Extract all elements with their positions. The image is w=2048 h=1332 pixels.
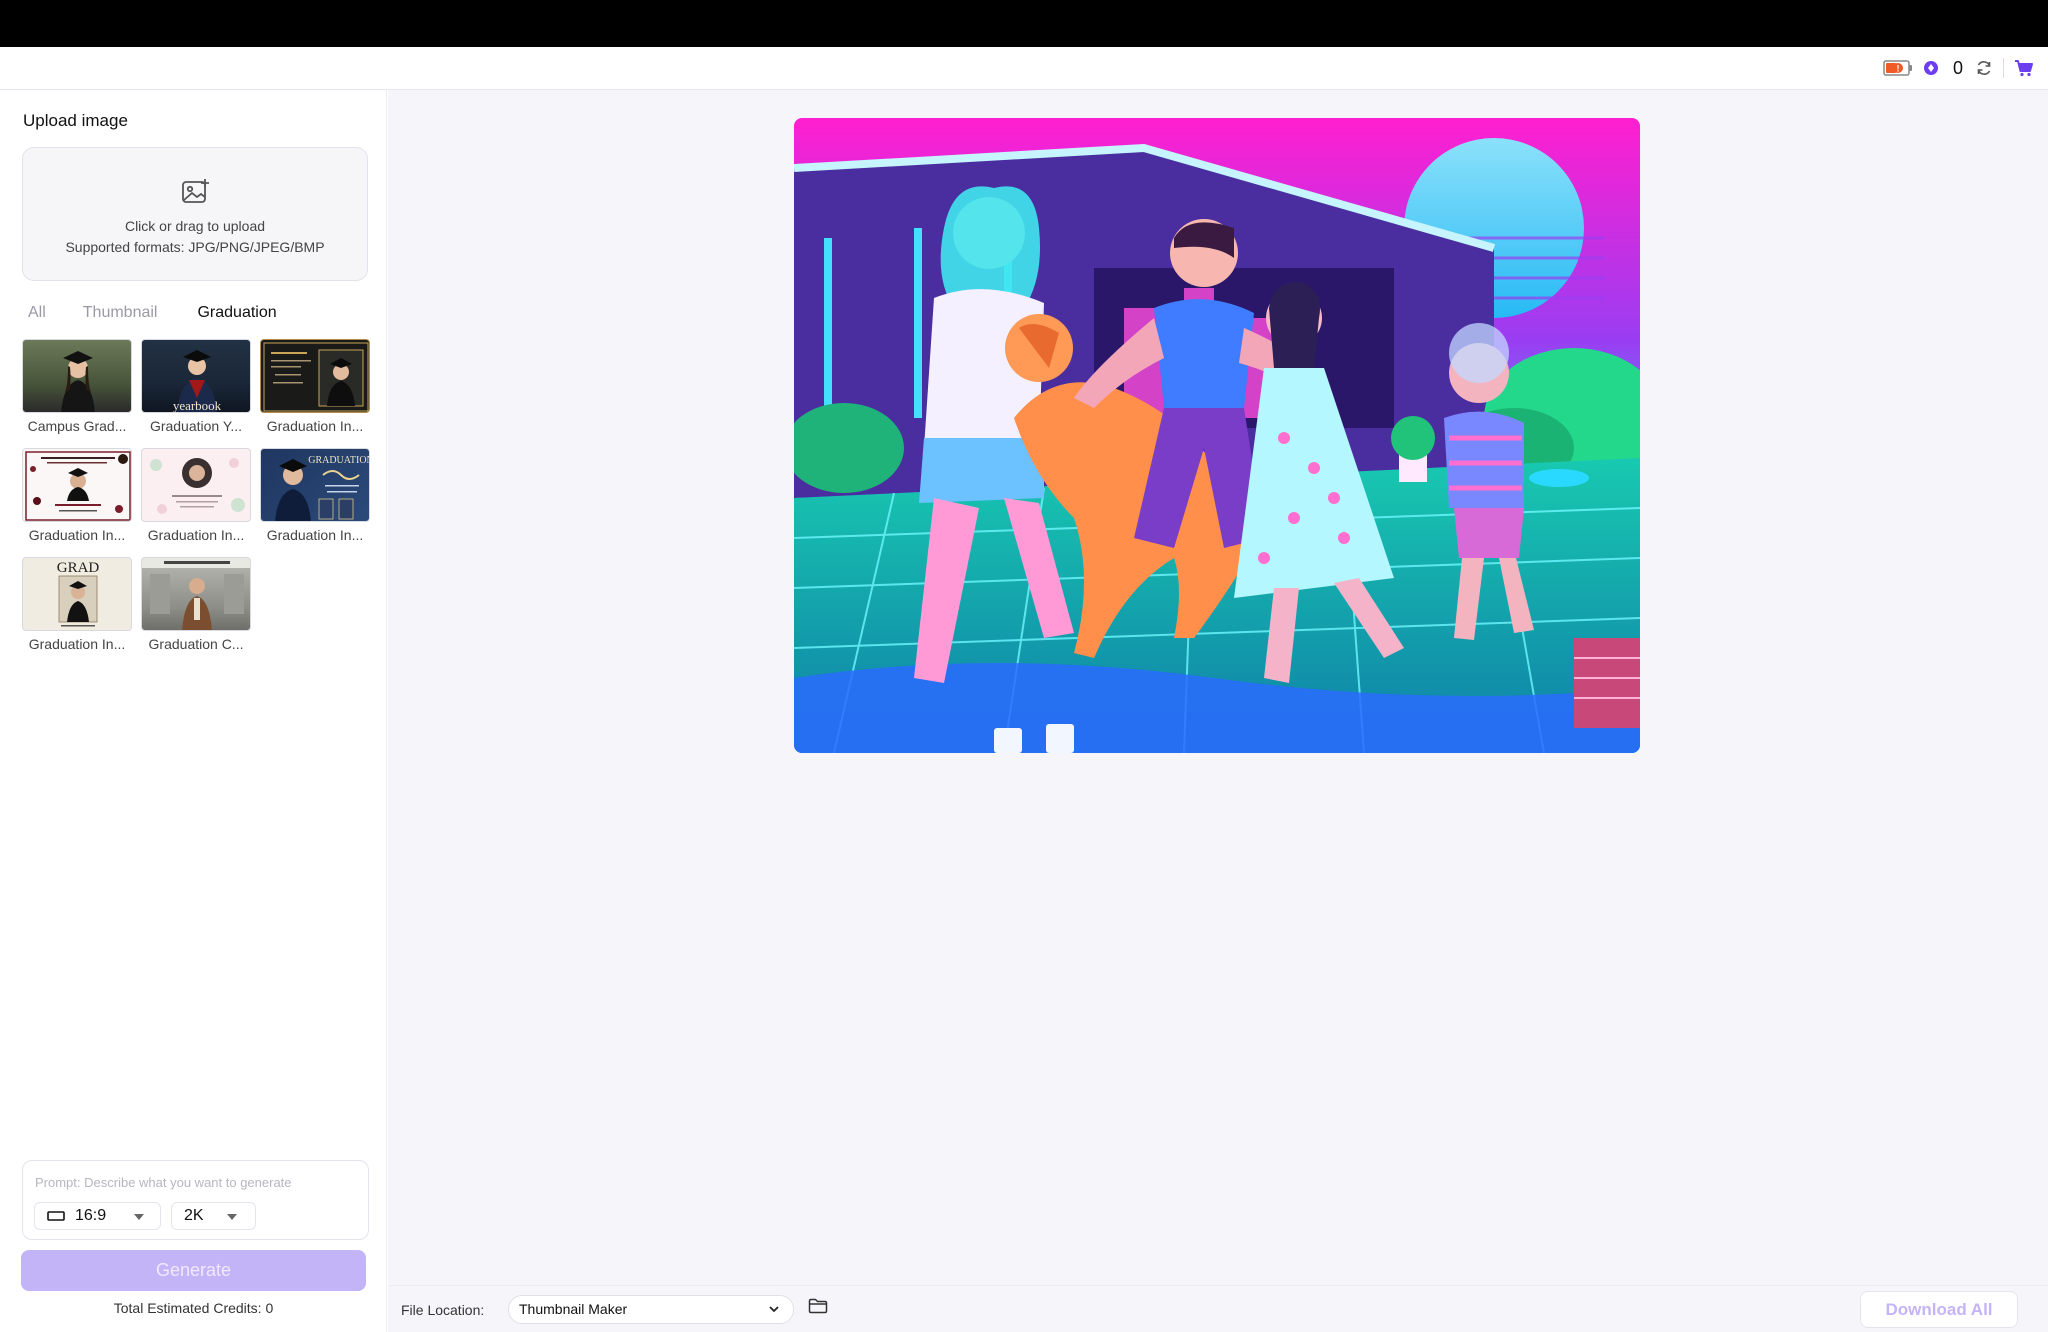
- chevron-down-icon: [769, 1306, 779, 1313]
- template-card[interactable]: Graduation In...: [22, 448, 132, 543]
- template-label: Graduation In...: [147, 527, 245, 543]
- tab-graduation[interactable]: Graduation: [197, 304, 276, 322]
- upload-instruction: Click or drag to upload: [124, 218, 266, 234]
- file-location-select[interactable]: Thumbnail Maker: [508, 1295, 794, 1324]
- template-card[interactable]: GRADUATION Graduation In...: [260, 448, 370, 543]
- template-thumbnail: [141, 448, 251, 522]
- download-all-button[interactable]: Download All: [1860, 1291, 2018, 1328]
- battery-credit-icon[interactable]: !: [1883, 59, 1913, 77]
- upload-dropzone[interactable]: Click or drag to upload Supported format…: [22, 147, 368, 281]
- template-label: Graduation In...: [28, 527, 126, 543]
- template-card[interactable]: Graduation In...: [141, 448, 251, 543]
- chevron-down-icon: [227, 1214, 237, 1220]
- template-card[interactable]: Graduation In...: [260, 339, 370, 434]
- bottom-toolbar: File Location: Thumbnail Maker Download …: [388, 1285, 2048, 1332]
- resolution-value: 2K: [184, 1207, 204, 1224]
- template-label: Campus Grad...: [27, 418, 127, 434]
- estimated-credits: Total Estimated Credits: 0: [113, 1300, 274, 1316]
- template-thumbnail: GRAD: [22, 557, 132, 631]
- template-thumbnail: [22, 448, 132, 522]
- template-label: Graduation C...: [148, 636, 244, 652]
- refresh-icon[interactable]: [1975, 59, 1993, 77]
- chevron-down-icon: [134, 1214, 144, 1220]
- template-label: Graduation In...: [28, 636, 126, 652]
- template-thumbnail: [22, 339, 132, 413]
- aspect-ratio-value: 16:9: [75, 1207, 107, 1224]
- template-thumbnail: [260, 339, 370, 413]
- file-location-label: File Location:: [401, 1302, 485, 1318]
- template-text: yearbook: [173, 398, 222, 413]
- svg-text:!: !: [1896, 64, 1899, 74]
- upload-title: Upload image: [23, 111, 128, 130]
- template-thumbnail: [141, 557, 251, 631]
- template-card[interactable]: Campus Grad...: [22, 339, 132, 434]
- aspect-ratio-icon: [47, 1210, 65, 1222]
- prompt-input[interactable]: Prompt: Describe what you want to genera…: [35, 1175, 292, 1190]
- tab-all[interactable]: All: [28, 304, 46, 322]
- header-actions: ! 0: [1883, 56, 2034, 80]
- upload-formats: Supported formats: JPG/PNG/JPEG/BMP: [65, 239, 325, 255]
- credit-count: 0: [1952, 57, 1963, 78]
- cart-icon[interactable]: [2014, 59, 2034, 77]
- template-card[interactable]: GRAD Graduation In...: [22, 557, 132, 652]
- app-header: ! 0: [0, 47, 2048, 90]
- resolution-select[interactable]: 2K: [171, 1202, 256, 1230]
- tab-thumbnail[interactable]: Thumbnail: [83, 304, 158, 322]
- template-card[interactable]: Graduation C...: [141, 557, 251, 652]
- file-location-value: Thumbnail Maker: [519, 1301, 628, 1317]
- gem-icon: [1923, 60, 1939, 76]
- template-card[interactable]: yearbook Graduation Y...: [141, 339, 251, 434]
- template-label: Graduation Y...: [149, 418, 243, 434]
- main-canvas-area: [388, 90, 2048, 1332]
- template-text: GRADUATION: [308, 455, 370, 466]
- left-sidebar: Upload image Click or drag to upload Sup…: [0, 90, 387, 1332]
- folder-icon[interactable]: [808, 1298, 828, 1314]
- generate-button[interactable]: Generate: [21, 1250, 366, 1291]
- prompt-panel: Prompt: Describe what you want to genera…: [22, 1160, 369, 1240]
- template-label: Graduation In...: [266, 527, 364, 543]
- header-divider: [2003, 58, 2004, 78]
- template-text: GRAD: [57, 560, 100, 576]
- generated-image[interactable]: [794, 118, 1640, 753]
- template-thumbnail: GRADUATION: [260, 448, 370, 522]
- template-thumbnail: yearbook: [141, 339, 251, 413]
- aspect-ratio-select[interactable]: 16:9: [34, 1202, 161, 1230]
- top-black-band: [0, 0, 2048, 47]
- add-image-icon: [181, 178, 211, 206]
- template-label: Graduation In...: [266, 418, 364, 434]
- template-tabs: All Thumbnail Graduation: [28, 304, 277, 322]
